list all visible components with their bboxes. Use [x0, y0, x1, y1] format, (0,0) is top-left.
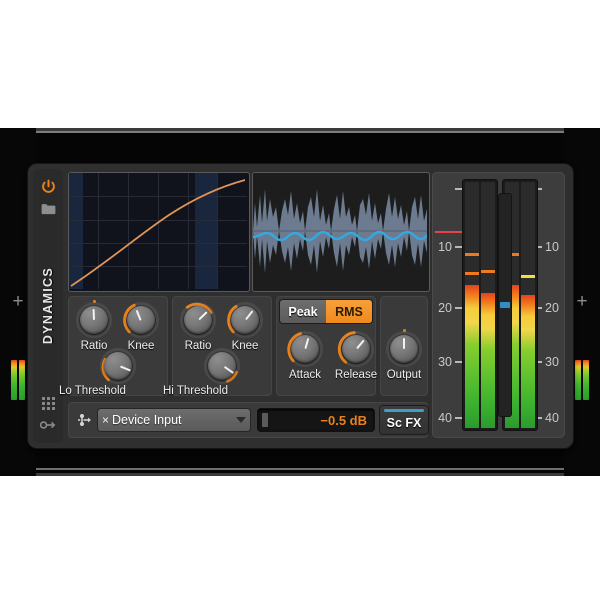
peak-mode-button[interactable]: Peak: [280, 300, 326, 323]
gain-reduction-meter: [499, 194, 511, 416]
meter-block: 10 20 30 40 10 20 30 40: [432, 172, 565, 438]
lo-ratio-knob[interactable]: Ratio: [72, 300, 116, 352]
scale-label: 10: [545, 240, 559, 254]
sidechain-routing-icon[interactable]: [76, 412, 94, 428]
waveform-display[interactable]: [252, 172, 430, 292]
scale-label: 40: [438, 411, 452, 425]
rms-mode-button[interactable]: RMS: [326, 300, 372, 323]
key-icon[interactable]: [33, 414, 63, 436]
device-title: DYNAMICS: [41, 219, 55, 392]
meter-channel: [465, 182, 479, 428]
dynamics-device-panel: DYNAMICS Ratio Knee Lo Threshold Ratio K…: [28, 164, 573, 448]
lo-ratio-indicator-dot: [92, 300, 96, 303]
sidechain-fx-button[interactable]: Sc FX: [380, 406, 428, 434]
sidechain-source-value: Device Input: [112, 413, 182, 427]
scfx-active-indicator: [384, 409, 424, 412]
hi-threshold-label: Hi Threshold: [163, 385, 228, 397]
right-channel-strip-meter: [575, 360, 589, 400]
hi-ratio-knob[interactable]: Ratio: [176, 301, 220, 352]
sidechain-bar: × Device Input −0.5 dB Sc FX: [68, 402, 428, 438]
chevron-down-icon[interactable]: [236, 417, 246, 423]
scale-label: 20: [545, 301, 559, 315]
lo-knee-knob[interactable]: Knee: [119, 301, 163, 352]
meter-scale-right: 10 20 30 40: [535, 172, 565, 438]
meter-bar: [19, 360, 25, 400]
gain-reduction-marker: [500, 302, 510, 308]
meter-bar: [11, 360, 17, 400]
displays-row: [68, 172, 430, 292]
release-label: Release: [334, 369, 378, 381]
meter-channel: [521, 182, 535, 428]
meter-bar: [583, 360, 589, 400]
screenshot-root: + + DYNAMICS Ratio Knee Lo Threshold Rat…: [0, 0, 600, 600]
lo-threshold-knob[interactable]: [95, 347, 141, 385]
peak-threshold-line: [435, 231, 463, 233]
left-channel-strip-meter: [11, 360, 25, 400]
output-indicator-dot: [402, 329, 406, 332]
attack-label: Attack: [289, 369, 321, 381]
scfx-label: Sc FX: [386, 416, 422, 430]
input-meter-pair: [463, 180, 497, 430]
meter-channel: [481, 182, 495, 428]
scale-label: 30: [545, 355, 559, 369]
meter-scale-left: 10 20 30 40: [432, 172, 463, 438]
power-icon[interactable]: [33, 175, 63, 197]
scale-label: 40: [545, 411, 559, 425]
output-knob[interactable]: Output: [381, 329, 427, 381]
gain-value: −0.5 dB: [320, 412, 367, 428]
hi-band-group: Ratio Knee Hi Threshold: [163, 296, 272, 397]
device-title-text: DYNAMICS: [41, 266, 55, 345]
scale-label: 30: [438, 355, 452, 369]
scale-label: 20: [438, 301, 452, 315]
sidechain-gain-field[interactable]: −0.5 dB: [258, 409, 374, 431]
rack-top-highlight: [0, 131, 600, 133]
device-side-strip: DYNAMICS: [33, 169, 63, 443]
folder-icon[interactable]: [33, 197, 63, 219]
sidechain-source-dropdown[interactable]: × Device Input: [98, 409, 250, 431]
lo-threshold-label: Lo Threshold: [59, 385, 126, 397]
lo-band-group: Ratio Knee Lo Threshold: [59, 296, 168, 397]
release-knob[interactable]: Release: [332, 330, 380, 381]
rack-bottom-highlight: [0, 468, 600, 470]
hi-threshold-knob[interactable]: [199, 347, 245, 385]
transfer-curve-display[interactable]: [68, 172, 250, 292]
detector-mode-toggle[interactable]: Peak RMS: [280, 300, 372, 323]
hi-knee-knob[interactable]: Knee: [223, 301, 267, 352]
attack-knob[interactable]: Attack: [282, 330, 328, 381]
meter-bar: [575, 360, 581, 400]
scale-label: 10: [438, 240, 452, 254]
output-label: Output: [386, 369, 422, 381]
remove-source-icon[interactable]: ×: [102, 413, 109, 427]
